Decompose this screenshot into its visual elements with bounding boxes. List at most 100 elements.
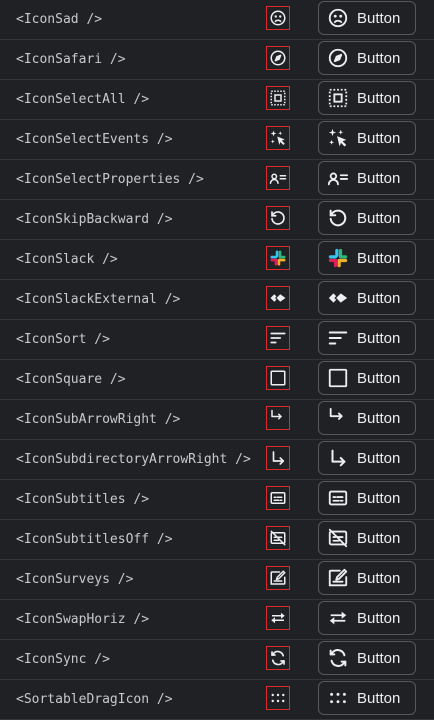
sad-face-icon	[328, 8, 348, 28]
button-label: Button	[357, 489, 401, 507]
select-all-icon	[270, 90, 286, 106]
sync-icon	[329, 649, 347, 667]
sortable-drag-icon	[330, 692, 346, 704]
slack-icon	[328, 248, 348, 268]
icon-row: <IconSad /> Button	[0, 0, 434, 40]
component-name: <IconSubtitlesOff />	[16, 532, 173, 547]
icon-preview	[266, 126, 290, 150]
button-label: Button	[357, 209, 401, 227]
component-name: <IconSkipBackward />	[16, 212, 173, 227]
button[interactable]: Button	[318, 361, 416, 395]
button[interactable]: Button	[318, 1, 416, 35]
safari-compass-icon	[270, 50, 286, 66]
swap-horiz-icon	[329, 611, 347, 625]
subdirectory-arrow-right-icon	[272, 451, 285, 465]
icon-preview	[266, 686, 290, 710]
icon-row: <IconSubtitlesOff /> Button	[0, 520, 434, 560]
component-name: <IconSubtitles />	[16, 492, 150, 507]
icon-preview	[266, 646, 290, 670]
icon-preview	[266, 46, 290, 70]
button[interactable]: Button	[318, 161, 416, 195]
sub-arrow-right-icon	[329, 407, 343, 420]
button[interactable]: Button	[318, 601, 416, 635]
component-name: <IconSelectEvents />	[16, 132, 173, 147]
button[interactable]: Button	[318, 401, 416, 435]
subtitles-off-icon	[270, 530, 286, 546]
icon-preview	[266, 406, 290, 430]
component-name: <IconSlack />	[16, 252, 118, 267]
icon-row: <IconSurveys /> Button	[0, 560, 434, 600]
button[interactable]: Button	[318, 41, 416, 75]
button[interactable]: Button	[318, 121, 416, 155]
button-label: Button	[357, 409, 401, 427]
icon-row: <IconSlackExternal /> Button	[0, 280, 434, 320]
icon-row: <IconSubtitles /> Button	[0, 480, 434, 520]
component-name: <IconSad />	[16, 12, 103, 27]
slack-external-icon	[328, 293, 348, 303]
component-name: <IconSafari />	[16, 52, 126, 67]
icon-preview	[266, 326, 290, 350]
button[interactable]: Button	[318, 201, 416, 235]
icon-preview	[266, 286, 290, 310]
button[interactable]: Button	[318, 321, 416, 355]
button-label: Button	[357, 249, 401, 267]
button-label: Button	[357, 369, 401, 387]
icon-row: <IconSelectProperties /> Button	[0, 160, 434, 200]
icon-preview	[266, 246, 290, 270]
skip-backward-icon	[271, 211, 285, 225]
icon-row: <IconSelectAll /> Button	[0, 80, 434, 120]
button-label: Button	[357, 129, 401, 147]
icon-row: <IconSquare /> Button	[0, 360, 434, 400]
icon-row: <IconSync /> Button	[0, 640, 434, 680]
component-name: <IconSubArrowRight />	[16, 412, 181, 427]
component-name: <IconSync />	[16, 652, 110, 667]
icon-preview	[266, 606, 290, 630]
component-name: <SortableDragIcon />	[16, 692, 173, 707]
select-events-icon	[270, 130, 285, 145]
sad-face-icon	[270, 10, 286, 26]
icon-preview	[266, 166, 290, 190]
button[interactable]: Button	[318, 441, 416, 475]
component-name: <IconSlackExternal />	[16, 292, 181, 307]
icon-preview	[266, 6, 290, 30]
button[interactable]: Button	[318, 81, 416, 115]
button-label: Button	[357, 689, 401, 707]
component-name: <IconSubdirectoryArrowRight />	[16, 452, 251, 467]
icon-list: <IconSad /> Button <IconSafari /> Button…	[0, 0, 434, 720]
button[interactable]: Button	[318, 641, 416, 675]
square-icon	[270, 370, 286, 386]
button-label: Button	[357, 329, 401, 347]
component-name: <IconSelectProperties />	[16, 172, 204, 187]
button[interactable]: Button	[318, 681, 416, 715]
select-all-icon	[328, 88, 348, 108]
icon-preview	[266, 566, 290, 590]
subdirectory-arrow-right-icon	[331, 449, 346, 467]
sortable-drag-icon	[271, 693, 285, 703]
sort-icon	[270, 332, 286, 344]
skip-backward-icon	[329, 209, 347, 227]
button[interactable]: Button	[318, 241, 416, 275]
icon-row: <SortableDragIcon /> Button	[0, 680, 434, 720]
icon-preview	[266, 526, 290, 550]
icon-preview	[266, 86, 290, 110]
sort-icon	[328, 331, 348, 345]
icon-row: <IconSwapHoriz /> Button	[0, 600, 434, 640]
button[interactable]: Button	[318, 521, 416, 555]
button[interactable]: Button	[318, 481, 416, 515]
icon-row: <IconSubArrowRight /> Button	[0, 400, 434, 440]
sync-icon	[271, 650, 285, 666]
select-properties-icon	[269, 173, 287, 184]
swap-horiz-icon	[271, 612, 285, 624]
button-label: Button	[357, 289, 401, 307]
surveys-icon	[328, 568, 348, 587]
button[interactable]: Button	[318, 281, 416, 315]
button-label: Button	[357, 89, 401, 107]
icon-preview	[266, 446, 290, 470]
subtitles-icon	[328, 490, 348, 506]
button[interactable]: Button	[318, 561, 416, 595]
button-label: Button	[357, 529, 401, 547]
select-events-icon	[328, 128, 347, 147]
icon-preview	[266, 206, 290, 230]
surveys-icon	[270, 570, 286, 585]
icon-row: <IconSubdirectoryArrowRight /> Button	[0, 440, 434, 480]
